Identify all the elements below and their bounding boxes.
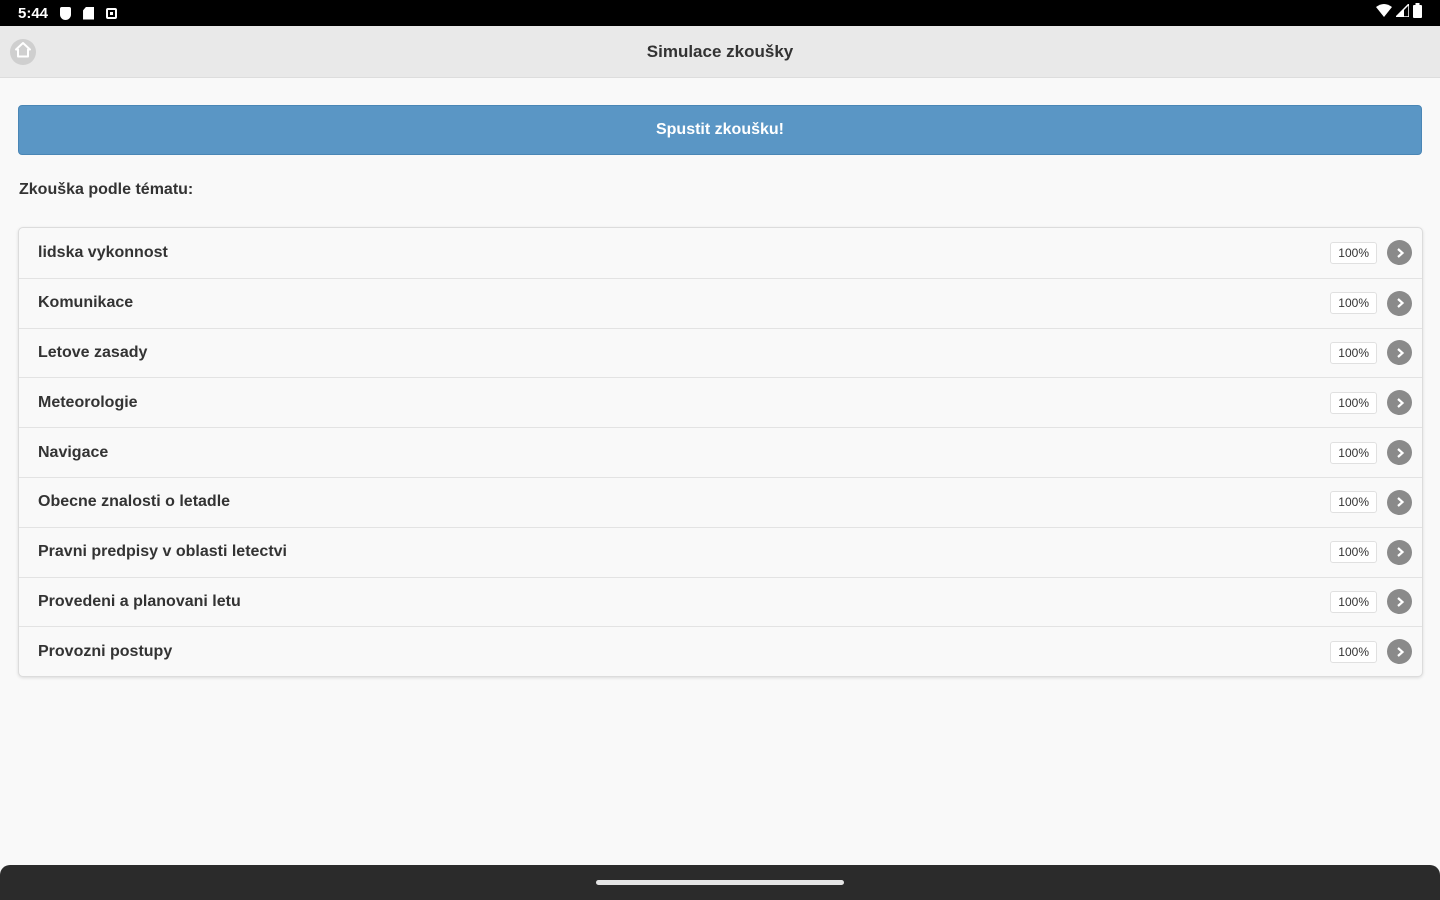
percent-badge: 100% xyxy=(1330,640,1377,663)
chevron-right-icon[interactable] xyxy=(1387,489,1412,515)
chevron-right-icon[interactable] xyxy=(1387,589,1412,615)
battery-icon xyxy=(1413,3,1422,23)
topic-row[interactable]: Letove zasady 100% xyxy=(19,327,1422,378)
topic-row[interactable]: Provedeni a planovani letu 100% xyxy=(19,576,1422,627)
topic-name: Komunikace xyxy=(38,294,134,312)
status-left: 5:44 xyxy=(18,4,118,22)
topic-row[interactable]: Obecne znalosti o letadle 100% xyxy=(19,476,1422,527)
percent-badge: 100% xyxy=(1330,541,1377,564)
topic-row[interactable]: Provozni postupy 100% xyxy=(19,626,1422,676)
topic-name: Obecne znalosti o letadle xyxy=(38,493,231,511)
status-right xyxy=(1376,2,1422,23)
topic-row[interactable]: Pravni predpisy v oblasti letectvi 100% xyxy=(19,526,1422,577)
app-header: Simulace zkoušky xyxy=(0,26,1440,78)
home-gesture-handle[interactable] xyxy=(596,880,844,885)
percent-badge: 100% xyxy=(1330,441,1377,464)
percent-badge: 100% xyxy=(1330,590,1377,613)
topic-name: Meteorologie xyxy=(38,393,138,411)
chevron-right-icon[interactable] xyxy=(1387,340,1412,366)
status-time: 5:44 xyxy=(18,4,49,22)
shield-icon xyxy=(60,6,72,20)
topic-name: Provedeni a planovani letu xyxy=(38,592,241,610)
topic-list: lidska vykonnost 100% Komunikace 100% Le… xyxy=(18,227,1423,678)
chevron-right-icon[interactable] xyxy=(1387,539,1412,565)
chevron-right-icon[interactable] xyxy=(1387,240,1412,266)
navigation-bar xyxy=(0,865,1440,900)
home-icon xyxy=(14,41,32,64)
topic-row[interactable]: Meteorologie 100% xyxy=(19,377,1422,427)
percent-badge: 100% xyxy=(1330,491,1377,514)
percent-badge: 100% xyxy=(1330,292,1377,315)
topic-name: Provozni postupy xyxy=(38,642,173,660)
notification-icon xyxy=(106,7,118,19)
chevron-right-icon[interactable] xyxy=(1387,390,1412,416)
cell-signal-icon xyxy=(1394,2,1410,22)
page-title: Simulace zkoušky xyxy=(646,41,794,61)
percent-badge: 100% xyxy=(1330,391,1377,414)
topic-name: Letove zasady xyxy=(38,343,148,361)
chevron-right-icon[interactable] xyxy=(1387,440,1412,466)
home-button[interactable] xyxy=(10,39,36,65)
chevron-right-icon[interactable] xyxy=(1387,639,1412,665)
percent-badge: 100% xyxy=(1330,241,1377,264)
topic-name: lidska vykonnost xyxy=(38,243,168,261)
chevron-right-icon[interactable] xyxy=(1387,290,1412,316)
percent-badge: 100% xyxy=(1330,341,1377,364)
status-bar: 5:44 xyxy=(0,0,1440,26)
topic-row[interactable]: lidska vykonnost 100% xyxy=(19,228,1422,278)
wifi-icon xyxy=(1376,4,1392,22)
start-exam-button[interactable]: Spustit zkoušku! xyxy=(18,105,1422,155)
topic-name: Pravni predpisy v oblasti letectvi xyxy=(38,543,287,561)
sd-card-icon xyxy=(83,6,95,20)
topic-name: Navigace xyxy=(38,443,109,461)
topic-row[interactable]: Komunikace 100% xyxy=(19,277,1422,328)
topics-section-label: Zkouška podle tématu: xyxy=(19,181,194,198)
topic-row[interactable]: Navigace 100% xyxy=(19,427,1422,477)
